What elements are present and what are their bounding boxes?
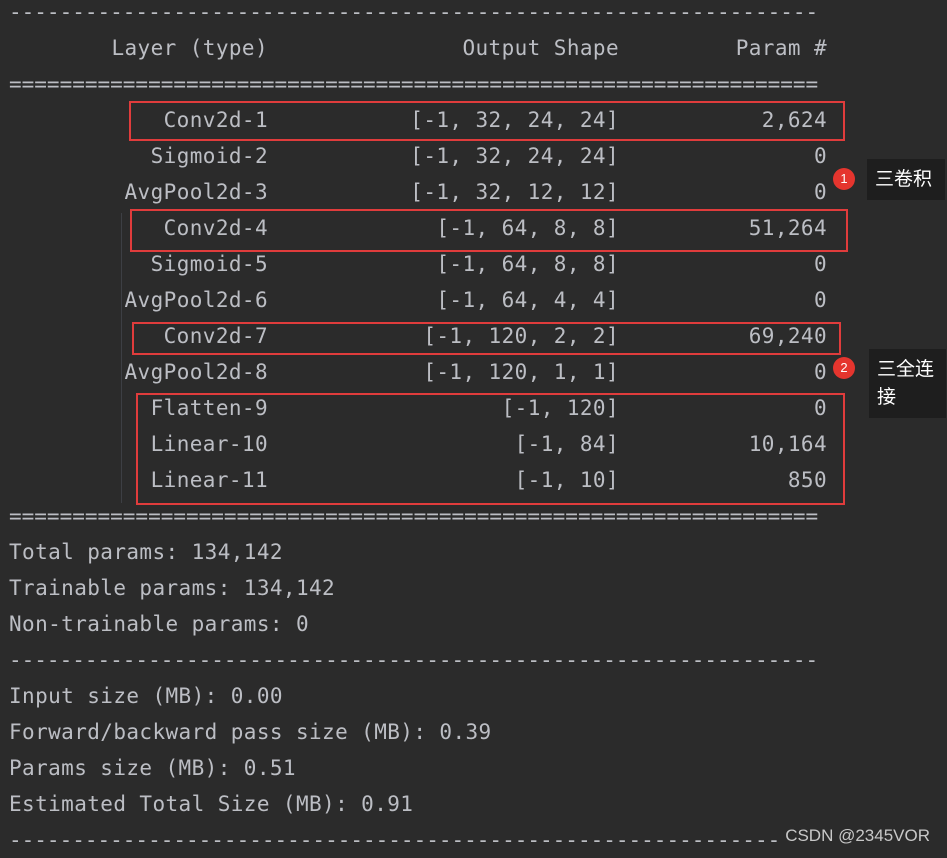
highlight-conv-4 bbox=[130, 209, 848, 252]
separator-dash-top: ----------------------------------------… bbox=[9, 0, 819, 24]
highlight-fully-connected bbox=[136, 393, 845, 505]
terminal-output: ----------------------------------------… bbox=[0, 0, 947, 856]
indent-guide bbox=[121, 213, 122, 503]
annotation-note-fully-connected: 三全连 接 bbox=[869, 349, 946, 418]
annotation-badge-1: 1 bbox=[833, 168, 855, 190]
row-shape: [-1, 32, 12, 12] bbox=[410, 180, 619, 204]
estimated-total-size: Estimated Total Size (MB): 0.91 bbox=[9, 792, 414, 816]
header-layer-type: Layer (type) bbox=[111, 36, 268, 60]
annotation-note-line-2: 接 bbox=[877, 386, 897, 408]
annotation-note-line-1: 三全连 bbox=[877, 358, 935, 380]
row-layer: AvgPool2d-8 bbox=[124, 360, 268, 384]
row-param: 0 bbox=[813, 180, 827, 204]
annotation-badge-2: 2 bbox=[833, 357, 855, 379]
row-param: 0 bbox=[813, 288, 827, 312]
params-size: Params size (MB): 0.51 bbox=[9, 756, 296, 780]
header-param-count: Param # bbox=[735, 36, 827, 60]
forward-backward-size: Forward/backward pass size (MB): 0.39 bbox=[9, 720, 492, 744]
highlight-conv-1 bbox=[129, 101, 845, 141]
row-shape: [-1, 120, 1, 1] bbox=[423, 360, 619, 384]
row-param: 0 bbox=[813, 360, 827, 384]
separator-dash-middle: ----------------------------------------… bbox=[9, 648, 819, 672]
watermark: CSDN @2345VOR bbox=[783, 826, 932, 846]
total-params: Total params: 134,142 bbox=[9, 540, 283, 564]
highlight-conv-7 bbox=[132, 322, 841, 355]
row-shape: [-1, 32, 24, 24] bbox=[410, 144, 619, 168]
separator-dash-bottom: ----------------------------------------… bbox=[9, 828, 819, 852]
header-output-shape: Output Shape bbox=[462, 36, 619, 60]
row-param: 0 bbox=[813, 144, 827, 168]
row-layer: Sigmoid-2 bbox=[150, 144, 268, 168]
trainable-params: Trainable params: 134,142 bbox=[9, 576, 336, 600]
separator-equals-header: ========================================… bbox=[9, 72, 819, 96]
row-layer: AvgPool2d-3 bbox=[124, 180, 268, 204]
non-trainable-params: Non-trainable params: 0 bbox=[9, 612, 309, 636]
row-layer: AvgPool2d-6 bbox=[124, 288, 268, 312]
input-size: Input size (MB): 0.00 bbox=[9, 684, 283, 708]
row-shape: [-1, 64, 4, 4] bbox=[436, 288, 619, 312]
annotation-note-convolution: 三卷积 bbox=[867, 159, 945, 200]
